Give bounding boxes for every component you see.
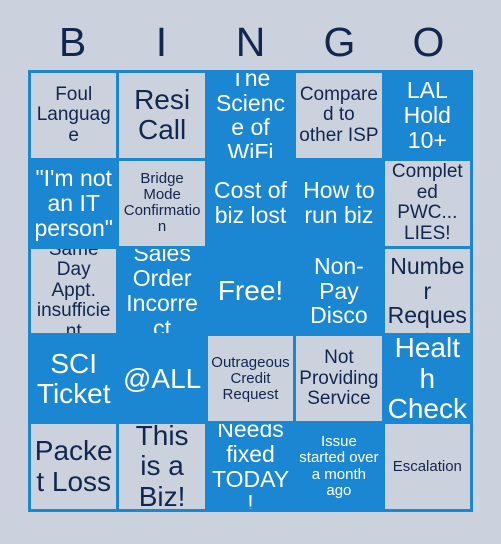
- bingo-cell-label: Bridge Mode Confirmation: [123, 169, 201, 236]
- bingo-cell-r2c4[interactable]: How to run biz: [296, 160, 382, 246]
- bingo-cell-label: Cost of biz lost: [214, 177, 287, 229]
- bingo-cell-label: Compared to other ISP: [299, 83, 379, 146]
- bingo-cell-label: "I'm not an IT person": [34, 164, 113, 241]
- bingo-cell-label: The Science of WiFi: [215, 73, 286, 158]
- bingo-cell-r1c2[interactable]: Resi Call: [119, 73, 205, 158]
- bingo-cell-r3c4[interactable]: Non-Pay Disco: [296, 248, 382, 334]
- bingo-cell-label: How to run biz: [303, 177, 375, 229]
- bingo-cell-label: @ALL: [122, 362, 202, 394]
- bingo-cell-r5c4[interactable]: Issue started over a month ago: [296, 424, 382, 509]
- bingo-cell-r4c3[interactable]: Outrageous Credit Request: [207, 336, 294, 422]
- bingo-cell-r1c4[interactable]: Compared to other ISP: [296, 73, 382, 158]
- bingo-cell-label: LAL Hold 10+: [403, 77, 451, 153]
- bingo-cell-label: Sales Order Incorrect: [126, 248, 198, 334]
- bingo-header-letter-b: B: [58, 18, 87, 65]
- bingo-cell-r4c5[interactable]: Health Check: [384, 336, 470, 422]
- bingo-header-letter-g: G: [323, 18, 356, 65]
- bingo-cell-r5c1[interactable]: Packet Loss: [31, 424, 117, 509]
- bingo-cell-r4c4[interactable]: Not Providing Service: [296, 336, 382, 422]
- bingo-header-letter-o: O: [412, 18, 445, 65]
- bingo-cell-label: Issue started over a month ago: [299, 433, 379, 499]
- bingo-cell-r5c5[interactable]: Escalation: [384, 424, 470, 509]
- bingo-cell-label: Ticket Number Request: [387, 249, 467, 334]
- bingo-cell-r5c3[interactable]: Needs fixed TODAY!: [207, 424, 294, 509]
- bingo-cell-label: Outrageous Credit Request: [211, 353, 290, 403]
- bingo-cell-label: Health Check: [387, 336, 467, 422]
- bingo-cell-r2c3[interactable]: Cost of biz lost: [207, 160, 294, 246]
- bingo-cell-r2c2[interactable]: Bridge Mode Confirmation: [119, 160, 205, 246]
- bingo-cell-r1c5[interactable]: LAL Hold 10+: [384, 73, 470, 158]
- bingo-cell-label: Not Providing Service: [299, 347, 379, 410]
- bingo-cell-r3c1[interactable]: Same Day Appt. insufficient: [31, 248, 117, 334]
- bingo-cell-r3c5[interactable]: Ticket Number Request: [384, 248, 470, 334]
- bingo-header-row: BINGO: [28, 14, 473, 70]
- bingo-cell-r3c2[interactable]: Sales Order Incorrect: [119, 248, 205, 334]
- bingo-cell-label: Completed PWC... LIES!: [391, 161, 463, 244]
- bingo-cell-label: Resi Call: [134, 84, 191, 146]
- bingo-cell-label: Non-Pay Disco: [310, 252, 368, 329]
- bingo-cell-r1c1[interactable]: Foul Language: [31, 73, 117, 158]
- bingo-header-letter-n: N: [235, 18, 266, 65]
- bingo-cell-label: This is a Biz!: [135, 424, 189, 509]
- bingo-cell-label: Foul Language: [36, 83, 111, 146]
- bingo-cell-label: SCI Ticket: [36, 347, 111, 409]
- bingo-card: B I N G O Foul Language Resi Call The Science …: [0, 0, 501, 544]
- bingo-cell-r3c3[interactable]: Free!: [207, 248, 294, 334]
- bingo-grid: Foul Language Resi Call The Science of WiF…: [28, 70, 473, 512]
- bingo-cell-label: Packet Loss: [34, 435, 113, 497]
- bingo-header-letter-i: I: [155, 18, 168, 65]
- bingo-cell-r1c3[interactable]: The Science of WiFi: [207, 73, 294, 158]
- bingo-cell-label: Escalation: [392, 457, 462, 475]
- bingo-cell-label: Same Day Appt. insufficient: [36, 248, 111, 334]
- bingo-cell-r2c1[interactable]: "I'm not an IT person": [31, 160, 117, 246]
- bingo-cell-r4c1[interactable]: SCI Ticket: [31, 336, 117, 422]
- bingo-cell-label: Needs fixed TODAY!: [211, 424, 290, 509]
- bingo-cell-r4c2[interactable]: @ALL: [119, 336, 205, 422]
- bingo-cell-r2c5[interactable]: Completed PWC... LIES!: [384, 160, 470, 246]
- bingo-cell-label: Free!: [217, 274, 284, 306]
- bingo-cell-r5c2[interactable]: This is a Biz!: [119, 424, 205, 509]
